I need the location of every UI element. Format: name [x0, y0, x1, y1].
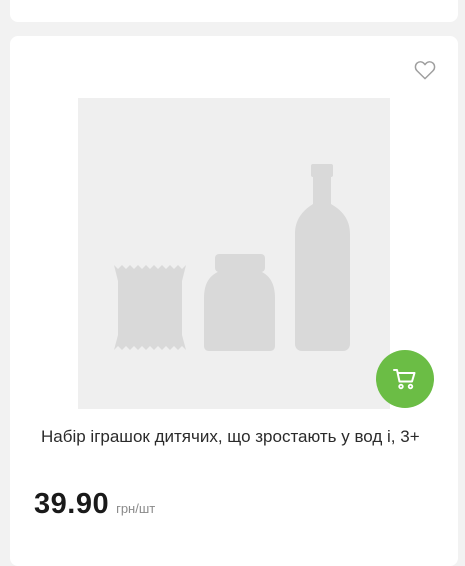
product-title[interactable]: Набір іграшок дитячих, що зростають у во…: [41, 424, 431, 450]
product-price: 39.90: [34, 488, 110, 520]
favorite-button[interactable]: [414, 60, 436, 80]
placeholder-bottle-cap: [311, 164, 333, 177]
price-unit: грн/шт: [116, 501, 156, 516]
heart-outline-icon: [414, 61, 436, 80]
price-block: 39.90 грн/шт: [34, 488, 155, 521]
shopping-cart-icon: [393, 369, 416, 390]
placeholder-bag-shape: [114, 265, 186, 350]
product-image[interactable]: [78, 98, 390, 409]
placeholder-jar-body: [204, 270, 275, 351]
placeholder-jar-lid: [215, 254, 265, 272]
placeholder-bottle-body: [295, 176, 350, 351]
add-to-cart-button[interactable]: [376, 350, 434, 408]
product-placeholder-image: [114, 164, 350, 351]
product-card[interactable]: Набір іграшок дитячих, що зростають у во…: [10, 36, 458, 566]
previous-product-card: [10, 0, 458, 22]
